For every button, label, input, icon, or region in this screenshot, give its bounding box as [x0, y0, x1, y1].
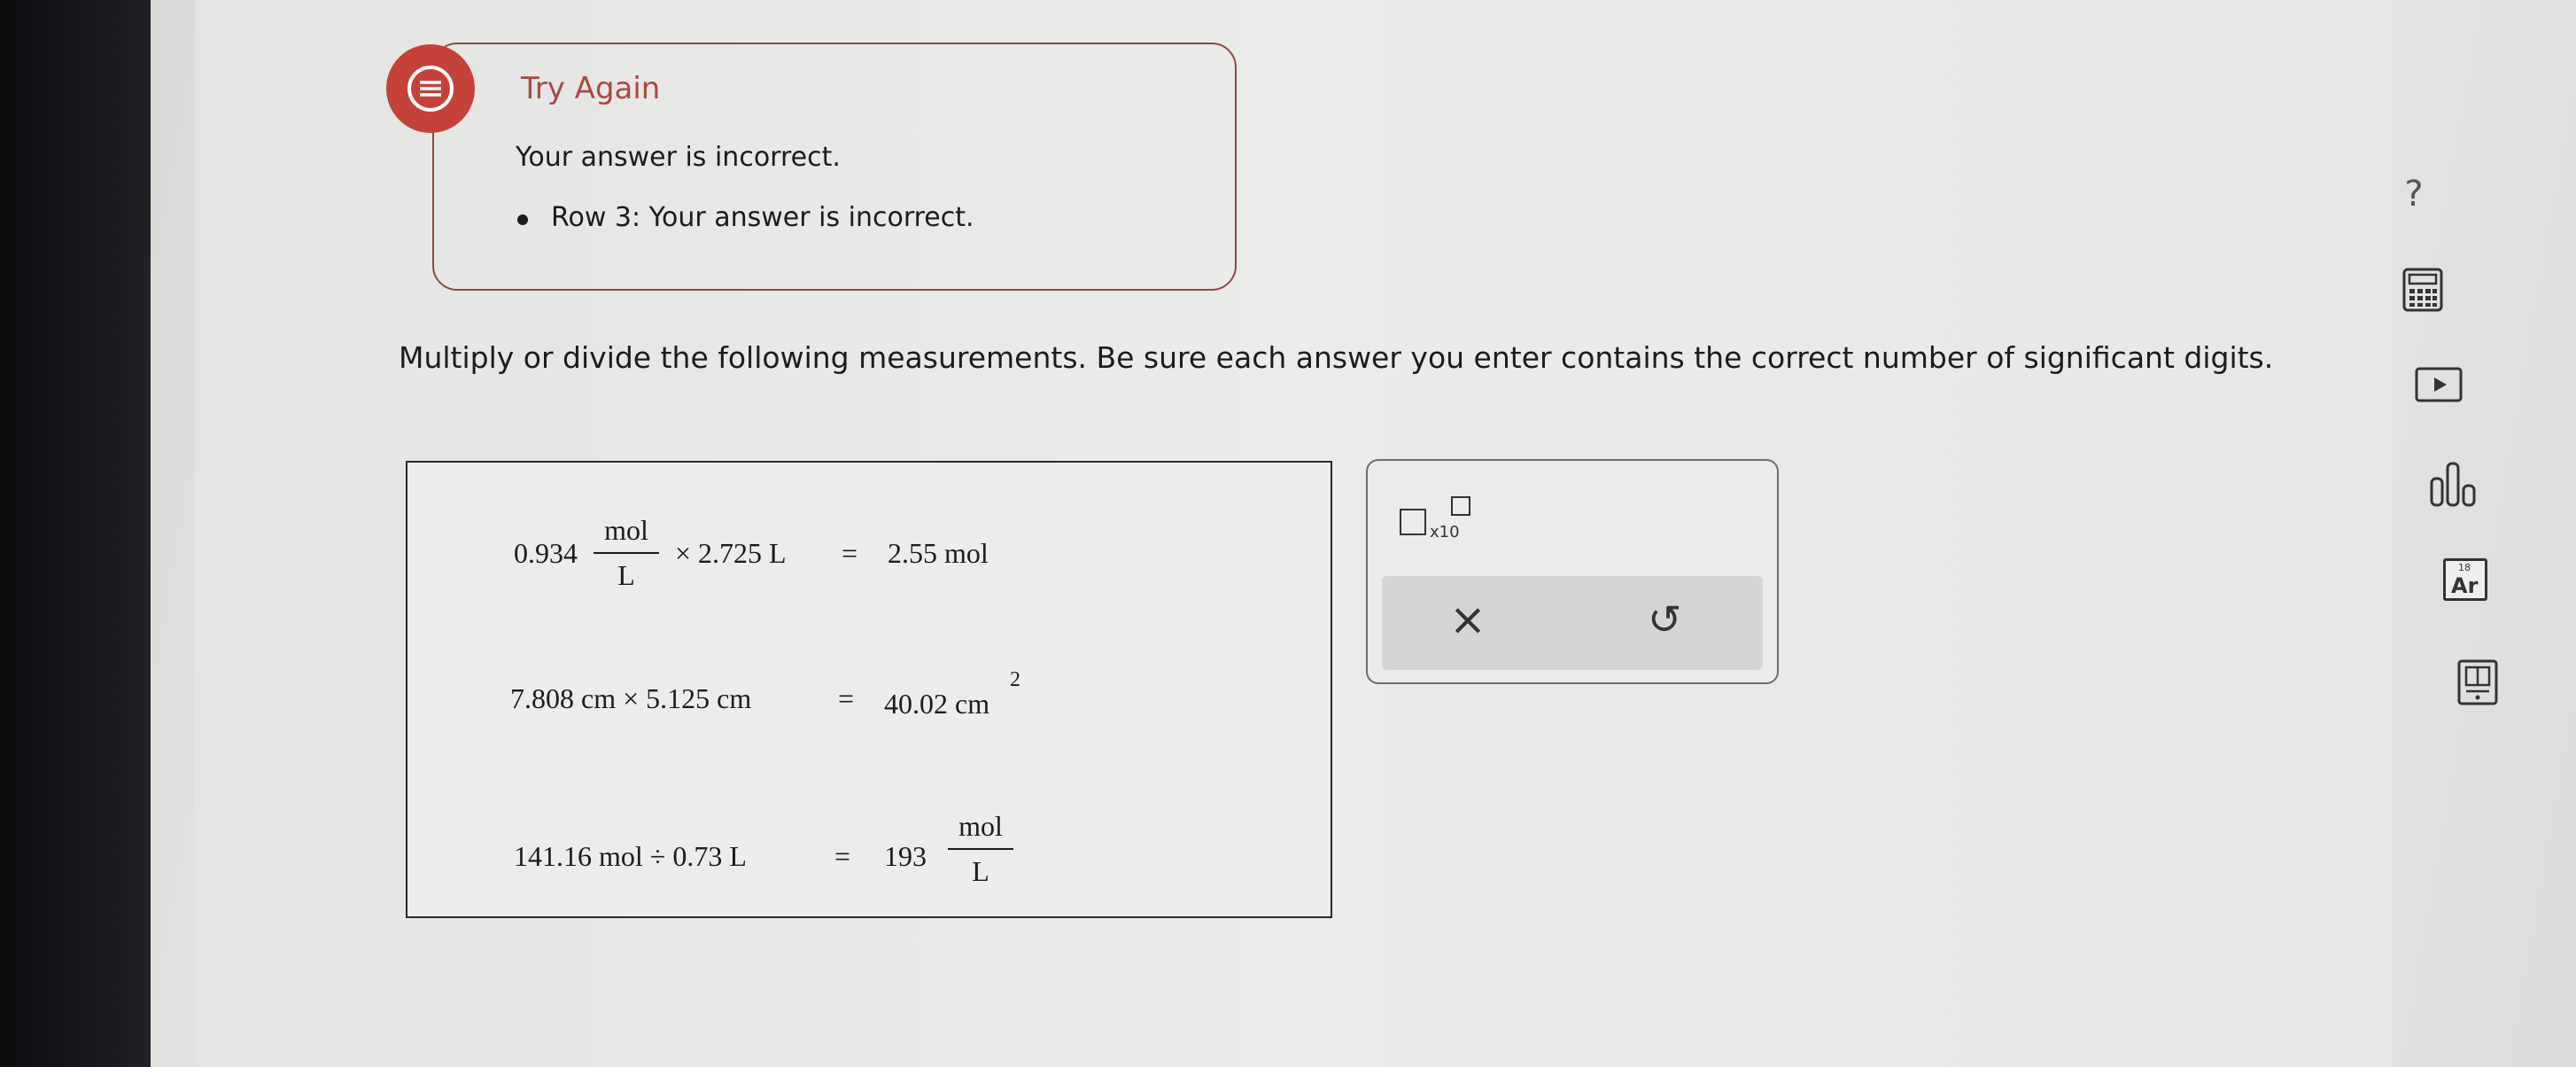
- problem-box: 0.934 mol L × 2.725 L = 2.55 mol 7.808 c…: [406, 461, 1332, 918]
- video-icon: [2415, 367, 2463, 402]
- row3-expression: 141.16 mol ÷ 0.73 L: [514, 840, 747, 872]
- feedback-panel: Try Again Your answer is incorrect. Row …: [386, 43, 1237, 291]
- row1-factor: × 2.725 L: [675, 537, 787, 569]
- equation-row-2: 7.808 cm × 5.125 cm = 40.02 cm 2: [407, 633, 1331, 739]
- base-box: [1400, 509, 1426, 535]
- reference-book-icon: [2457, 659, 2498, 705]
- row3-equals: =: [834, 840, 851, 872]
- periodic-table-button[interactable]: 18 Ar: [2443, 558, 2487, 601]
- periodic-number: 18: [2458, 562, 2471, 573]
- instructions-text: Multiply or divide the following measure…: [399, 340, 2274, 375]
- row1-answer[interactable]: 2.55 mol: [888, 537, 989, 570]
- feedback-bullet: Row 3: Your answer is incorrect.: [517, 202, 974, 233]
- equation-row-3: 141.16 mol ÷ 0.73 L = 193 mol L: [407, 791, 1331, 897]
- row2-expression: 7.808 cm × 5.125 cm: [510, 682, 752, 714]
- fraction-bar: [948, 848, 1013, 850]
- reference-button[interactable]: [2457, 659, 2498, 709]
- answer-palette: x10 × ↺: [1366, 459, 1779, 684]
- periodic-table-icon: 18 Ar: [2443, 558, 2487, 601]
- row1-unit-fraction: mol L: [594, 514, 659, 592]
- chart-icon: [2430, 462, 2476, 507]
- message-icon: [407, 66, 454, 112]
- row2-answer[interactable]: 40.02 cm: [884, 688, 989, 720]
- exponent-box: [1451, 496, 1470, 516]
- feedback-title: Try Again: [521, 71, 661, 106]
- row3-answer[interactable]: 193: [884, 840, 927, 873]
- sci-label: x10: [1430, 523, 1460, 541]
- row3-answer-unit: mol L: [948, 810, 1013, 888]
- feedback-message: Your answer is incorrect.: [516, 142, 841, 173]
- data-button[interactable]: [2429, 461, 2479, 510]
- row1-unit-denominator: L: [617, 559, 635, 591]
- equation-row-1: 0.934 mol L × 2.725 L = 2.55 mol: [407, 487, 1331, 594]
- palette-action-bar: × ↺: [1382, 576, 1763, 670]
- help-button[interactable]: ?: [2392, 174, 2436, 218]
- help-icon: ?: [2404, 174, 2424, 214]
- periodic-symbol: Ar: [2451, 573, 2479, 598]
- video-button[interactable]: [2415, 367, 2463, 406]
- calculator-button[interactable]: [2402, 268, 2443, 315]
- row1-value: 0.934: [514, 537, 578, 569]
- row2-answer-exponent: 2: [1010, 668, 1020, 691]
- fraction-bar: [594, 552, 659, 554]
- calculator-icon: [2402, 268, 2443, 312]
- row3-unit-denominator: L: [972, 855, 989, 887]
- undo-button[interactable]: ↺: [1648, 597, 1682, 642]
- feedback-badge: [386, 44, 475, 133]
- scientific-notation-button[interactable]: x10: [1400, 496, 1479, 549]
- row2-equals: =: [838, 682, 855, 714]
- row1-equals: =: [842, 537, 858, 569]
- row3-unit-numerator: mol: [958, 810, 1003, 842]
- clear-button[interactable]: ×: [1449, 597, 1486, 642]
- row1-unit-numerator: mol: [604, 514, 648, 546]
